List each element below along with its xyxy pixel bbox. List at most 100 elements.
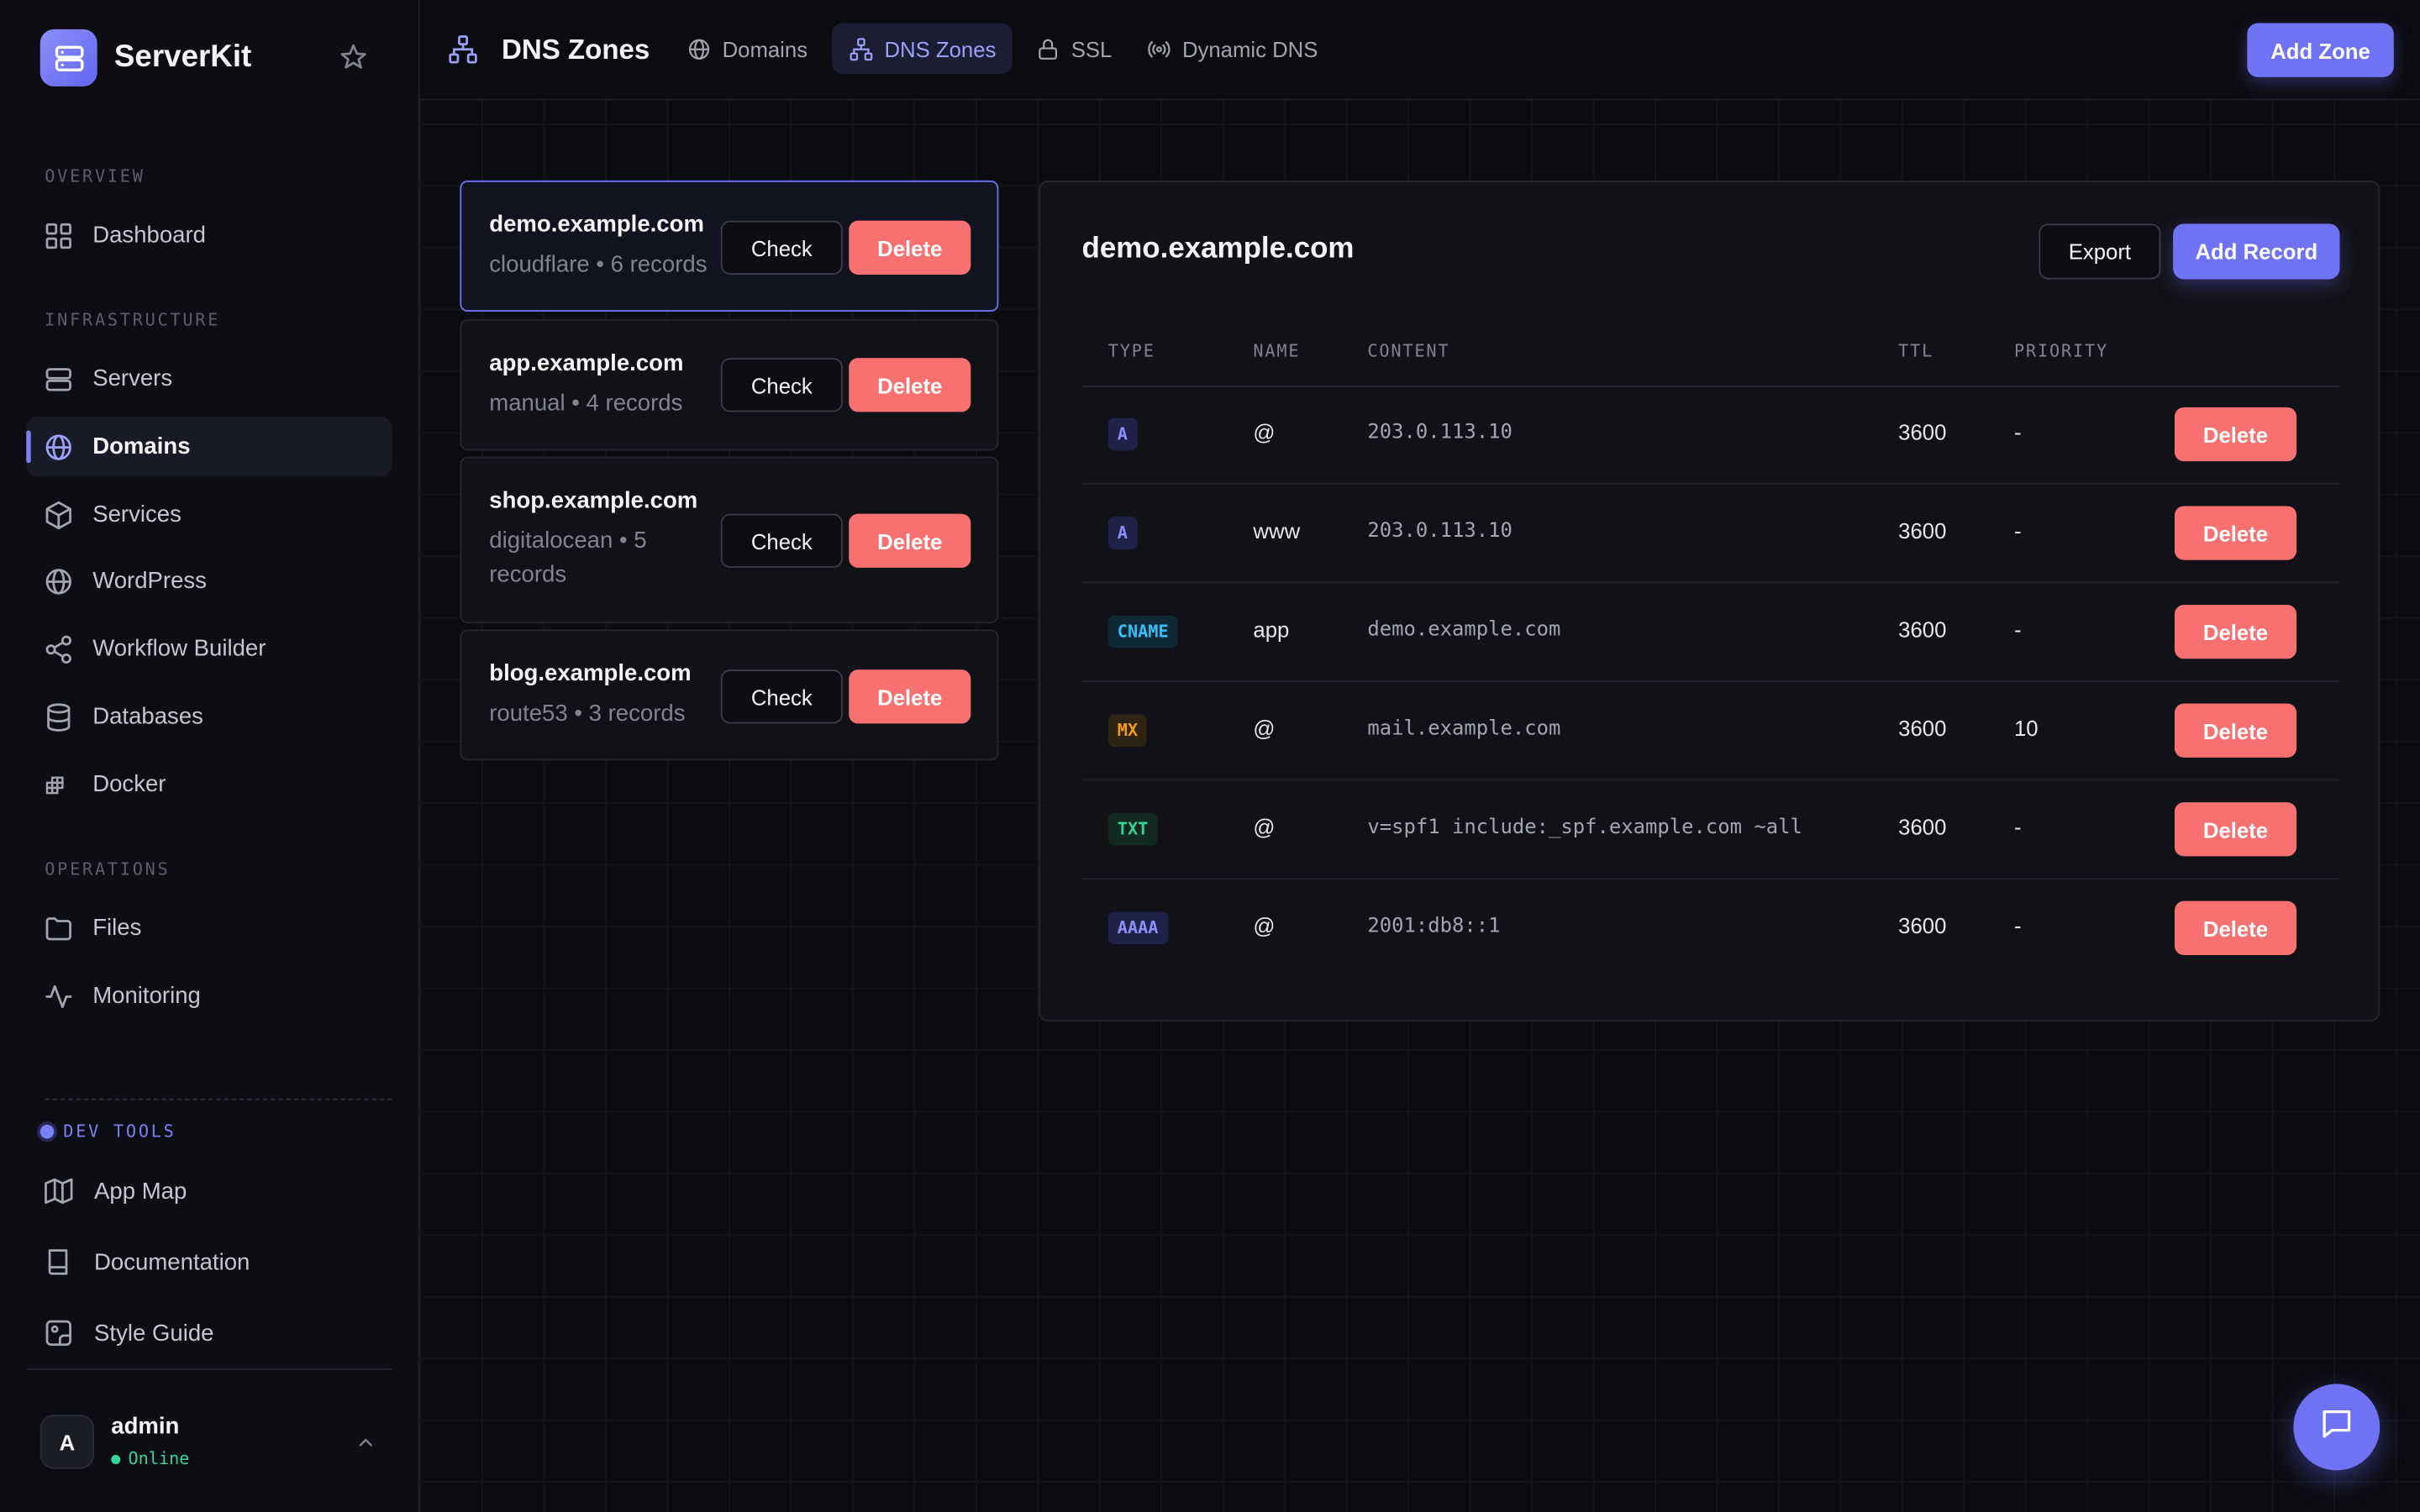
- table-row[interactable]: MX @ mail.example.com 3600 10 Delete: [1081, 682, 2340, 781]
- record-type-badge: A: [1107, 517, 1137, 549]
- record-priority: -: [2013, 617, 2022, 643]
- record-type-badge: TXT: [1107, 812, 1158, 846]
- delete-record-button[interactable]: Delete: [2174, 802, 2297, 857]
- delete-zone-button[interactable]: Delete: [849, 358, 971, 412]
- map-icon: [43, 1176, 74, 1207]
- palette-icon: [43, 1318, 74, 1349]
- delete-record-button[interactable]: Delete: [2174, 407, 2297, 462]
- column-header-type[interactable]: TYPE: [1108, 341, 1155, 361]
- sidebar: ServerKit OVERVIEW Dashboard INFRASTRUCT…: [0, 0, 420, 1512]
- sidebar-item-dashboard[interactable]: Dashboard: [26, 205, 392, 265]
- zone-meta: records: [489, 561, 567, 588]
- chat-icon: [2318, 1404, 2355, 1449]
- record-name: @: [1253, 814, 1276, 840]
- zone-meta: digitalocean • 5: [489, 528, 647, 554]
- globe-icon: [43, 565, 74, 596]
- tab-dns-zones[interactable]: DNS Zones: [832, 23, 1013, 75]
- record-name: @: [1253, 913, 1276, 938]
- sidebar-item-monitoring[interactable]: Monitoring: [26, 966, 392, 1026]
- zone-name: app.example.com: [489, 349, 684, 377]
- table-row[interactable]: TXT @ v=spf1 include:_spf.example.com ~a…: [1081, 780, 2340, 879]
- record-ttl: 3600: [1898, 814, 1947, 840]
- sidebar-item-files[interactable]: Files: [26, 898, 392, 958]
- check-button[interactable]: Check: [720, 513, 843, 568]
- dev-tools-label: DEV TOOLS: [39, 1121, 176, 1142]
- record-ttl: 3600: [1898, 617, 1947, 643]
- zone-meta: manual • 4 records: [489, 390, 683, 417]
- zone-title: demo.example.com: [1081, 233, 1355, 265]
- record-type-badge: A: [1107, 417, 1137, 451]
- delete-record-button[interactable]: Delete: [2174, 605, 2297, 659]
- user-status: Online: [111, 1449, 189, 1469]
- column-header-name[interactable]: NAME: [1253, 341, 1300, 361]
- export-button[interactable]: Export: [2039, 223, 2161, 280]
- zone-name: blog.example.com: [489, 660, 692, 687]
- check-button[interactable]: Check: [720, 220, 843, 275]
- tab-dynamic-dns[interactable]: Dynamic DNS: [1129, 24, 1334, 75]
- star-icon[interactable]: [339, 43, 367, 71]
- table-row[interactable]: A www 203.0.113.10 3600 - Delete: [1081, 485, 2340, 584]
- sidebar-item-label: App Map: [94, 1178, 187, 1205]
- delete-record-button[interactable]: Delete: [2174, 900, 2297, 955]
- zone-name: demo.example.com: [489, 211, 704, 238]
- record-name: app: [1253, 617, 1290, 643]
- globe-icon: [687, 36, 711, 60]
- column-header-priority[interactable]: PRIORITY: [2014, 341, 2108, 361]
- zone-meta: route53 • 3 records: [489, 700, 686, 727]
- record-content: 203.0.113.10: [1367, 421, 1512, 444]
- sidebar-item-documentation[interactable]: Documentation: [43, 1247, 250, 1278]
- sidebar-item-label: Services: [92, 501, 182, 528]
- zone-name: shop.example.com: [489, 487, 698, 514]
- sidebar-item-wordpress[interactable]: WordPress: [26, 551, 392, 612]
- sidebar-item-label: Servers: [92, 365, 173, 392]
- zone-card[interactable]: blog.example.com route53 • 3 records Che…: [460, 629, 999, 761]
- sidebar-item-label: Domains: [92, 433, 191, 460]
- zone-card[interactable]: app.example.com manual • 4 records Check…: [460, 319, 999, 451]
- add-record-button[interactable]: Add Record: [2173, 223, 2340, 280]
- zone-card[interactable]: demo.example.com cloudflare • 6 records …: [460, 180, 999, 312]
- record-priority: -: [2013, 913, 2022, 938]
- column-header-content[interactable]: CONTENT: [1367, 341, 1449, 361]
- sidebar-item-app-map[interactable]: App Map: [43, 1176, 187, 1207]
- sidebar-item-services[interactable]: Services: [26, 485, 392, 545]
- chat-button[interactable]: [2293, 1383, 2381, 1471]
- record-priority: -: [2013, 814, 2022, 840]
- record-content: v=spf1 include:_spf.example.com ~all: [1367, 816, 1802, 840]
- database-icon: [43, 701, 74, 732]
- delete-zone-button[interactable]: Delete: [849, 220, 971, 275]
- zone-card[interactable]: shop.example.com digitalocean • 5 record…: [460, 456, 999, 624]
- folder-icon: [43, 912, 74, 943]
- delete-record-button[interactable]: Delete: [2174, 703, 2297, 758]
- check-button[interactable]: Check: [720, 358, 843, 412]
- sidebar-item-databases[interactable]: Databases: [26, 686, 392, 747]
- table-row[interactable]: A @ 203.0.113.10 3600 - Delete: [1081, 386, 2340, 485]
- sidebar-item-domains[interactable]: Domains: [26, 416, 392, 477]
- delete-zone-button[interactable]: Delete: [849, 513, 971, 568]
- tab-domains[interactable]: Domains: [670, 24, 824, 75]
- tab-ssl[interactable]: SSL: [1018, 24, 1128, 75]
- table-row[interactable]: AAAA @ 2001:db8::1 3600 - Delete: [1082, 879, 2340, 979]
- table-row[interactable]: CNAME app demo.example.com 3600 - Delete: [1081, 583, 2340, 682]
- page-title: DNS Zones: [501, 34, 650, 66]
- record-ttl: 3600: [1898, 419, 1947, 444]
- sidebar-divider: [45, 1098, 392, 1100]
- sidebar-item-servers[interactable]: Servers: [26, 349, 392, 409]
- check-button[interactable]: Check: [720, 669, 843, 724]
- tab-label: DNS Zones: [884, 36, 997, 61]
- delete-record-button[interactable]: Delete: [2174, 506, 2297, 560]
- server-icon: [43, 364, 74, 395]
- sidebar-item-workflow-builder[interactable]: Workflow Builder: [26, 619, 392, 680]
- add-zone-button[interactable]: Add Zone: [2247, 23, 2394, 77]
- sidebar-item-style-guide[interactable]: Style Guide: [43, 1318, 213, 1349]
- server-logo-icon: [39, 29, 97, 87]
- delete-zone-button[interactable]: Delete: [849, 669, 971, 724]
- avatar[interactable]: A: [39, 1415, 95, 1469]
- record-type-badge: CNAME: [1107, 615, 1178, 648]
- sidebar-item-docker[interactable]: Docker: [26, 754, 392, 815]
- record-ttl: 3600: [1898, 518, 1947, 543]
- column-header-ttl[interactable]: TTL: [1898, 341, 1933, 361]
- sidebar-item-label: Databases: [92, 703, 203, 730]
- lock-icon: [1035, 36, 1060, 60]
- brand[interactable]: ServerKit: [39, 29, 251, 87]
- chevron-up-icon[interactable]: [355, 1431, 376, 1453]
